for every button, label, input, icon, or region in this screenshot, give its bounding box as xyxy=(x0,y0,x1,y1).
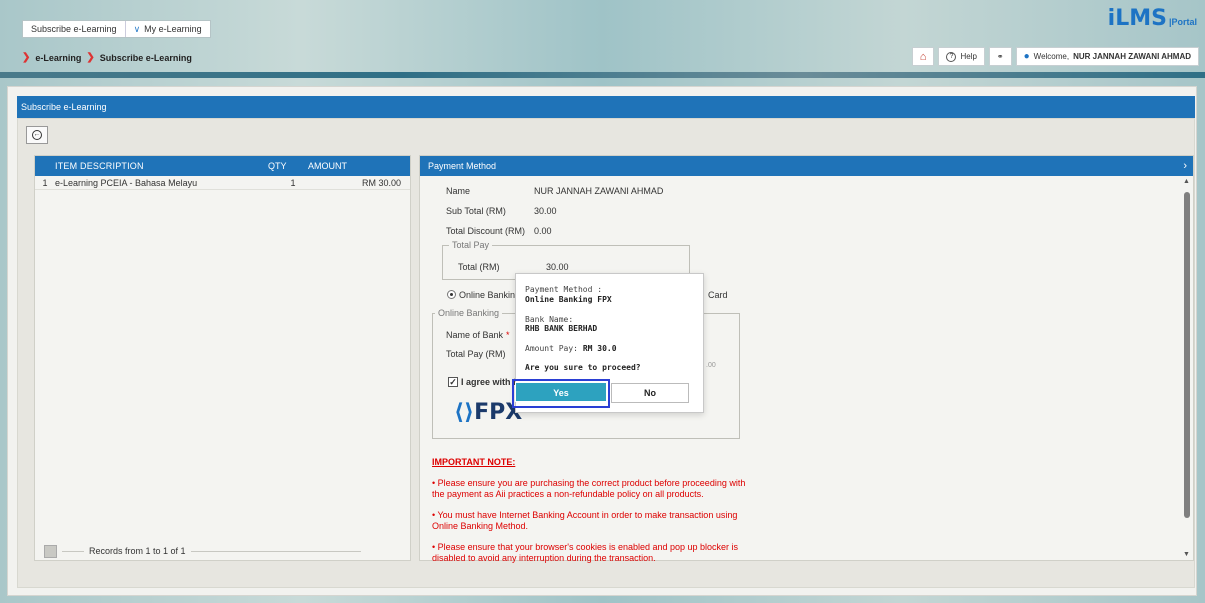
settings-button[interactable]: ⚭ xyxy=(988,47,1012,66)
required-marker: * xyxy=(506,330,510,340)
help-label: Help xyxy=(960,52,977,61)
no-button[interactable]: No xyxy=(611,383,689,403)
table-footer: Records from 1 to 1 of 1 xyxy=(34,541,411,561)
row-number: 1 xyxy=(42,177,48,188)
top-tabs: Subscribe e-Learning ∨ My e-Learning xyxy=(22,20,211,38)
payment-title: Payment Method xyxy=(428,161,497,171)
online-banking-legend: Online Banking xyxy=(435,308,503,318)
dialog-amount: Amount Pay: RM 30.0 xyxy=(525,344,617,353)
subtotal-row: Sub Total (RM) 30.00 xyxy=(446,206,557,216)
logo-subtext: |Portal xyxy=(1168,17,1197,27)
column-header-amount: AMOUNT xyxy=(308,161,347,171)
dialog-amount-value: RM 30.0 xyxy=(582,344,617,353)
help-button[interactable]: ? Help xyxy=(938,47,985,66)
scroll-thumb[interactable] xyxy=(1184,192,1190,518)
dialog-amount-label: Amount Pay: xyxy=(525,344,578,353)
yes-button[interactable]: Yes xyxy=(515,382,607,402)
tab-my-elearning[interactable]: ∨ My e-Learning xyxy=(124,21,210,37)
page-title: Subscribe e-Learning xyxy=(17,96,1195,118)
back-arrow-icon: ← xyxy=(32,130,42,140)
home-icon: ⌂ xyxy=(919,50,927,63)
subtotal-value: 30.00 xyxy=(534,206,557,216)
chevron-right-icon: ❯ xyxy=(86,52,95,63)
discount-label: Total Discount (RM) xyxy=(446,226,526,236)
payment-header: Payment Method › xyxy=(420,156,1193,176)
scroll-down-icon[interactable]: ▼ xyxy=(1183,551,1190,558)
row-description: e-Learning PCEIA - Bahasa Melayu xyxy=(55,177,198,188)
important-note-title: IMPORTANT NOTE: xyxy=(432,457,516,467)
breadcrumb-item-elearning[interactable]: e-Learning xyxy=(35,53,81,63)
user-name: NUR JANNAH ZAWANI AHMAD xyxy=(1073,52,1191,61)
note-item: • Please ensure you are purchasing the c… xyxy=(432,478,746,499)
name-row: Name NUR JANNAH ZAWANI AHMAD xyxy=(446,186,663,196)
scroll-up-icon[interactable]: ▲ xyxy=(1183,178,1190,185)
discount-value: 0.00 xyxy=(534,226,552,236)
card-option-label: Card xyxy=(708,290,728,300)
dialog-question: Are you sure to proceed? xyxy=(525,363,641,372)
user-menu[interactable]: ● Welcome, NUR JANNAH ZAWANI AHMAD xyxy=(1015,47,1199,66)
discount-row: Total Discount (RM) 0.00 xyxy=(446,226,552,236)
column-header-qty: QTY xyxy=(268,161,287,171)
help-icon: ? xyxy=(946,51,957,62)
total-pay-legend: Total Pay xyxy=(449,240,493,250)
back-button[interactable]: ← xyxy=(26,126,48,144)
total-row: Total (RM) 30.00 xyxy=(458,262,569,272)
total-value: 30.00 xyxy=(546,262,569,272)
ilms-logo: iLMS |Portal xyxy=(1108,8,1197,30)
footer-divider xyxy=(62,550,84,552)
home-button[interactable]: ⌂ xyxy=(911,47,935,66)
row-qty: 1 xyxy=(290,177,296,188)
total-pay-row: Total Pay (RM) xyxy=(446,349,506,359)
online-banking-option[interactable]: Online Banking xyxy=(447,290,520,300)
total-pay-label: Total Pay (RM) xyxy=(446,349,506,359)
note-item: • You must have Internet Banking Account… xyxy=(432,510,738,531)
link-icon: ⚭ xyxy=(996,52,1004,61)
online-banking-radio[interactable] xyxy=(447,290,456,299)
logo-text: iLMS xyxy=(1107,6,1167,31)
dialog-method-value: Online Banking FPX xyxy=(525,295,612,304)
tab-subscribe-elearning[interactable]: Subscribe e-Learning xyxy=(23,21,125,37)
fpx-diamond-icon: ⟨⟩ xyxy=(454,400,475,425)
name-value: NUR JANNAH ZAWANI AHMAD xyxy=(534,186,664,196)
breadcrumb-item-subscribe[interactable]: Subscribe e-Learning xyxy=(100,53,192,63)
total-pay-partial: .00 xyxy=(706,362,716,369)
column-header-description: ITEM DESCRIPTION xyxy=(55,161,144,171)
dialog-method-label: Payment Method : xyxy=(525,285,603,294)
items-panel: ITEM DESCRIPTION QTY AMOUNT 1 e-Learning… xyxy=(34,155,411,561)
bank-name-label: Name of Bank xyxy=(446,330,504,340)
user-icon: ● xyxy=(1023,51,1030,62)
subtotal-label: Sub Total (RM) xyxy=(446,206,506,216)
note-item: • Please ensure that your browser's cook… xyxy=(432,542,739,563)
scrollbar[interactable]: ▲ ▼ xyxy=(1183,178,1191,558)
chevron-right-icon: ❯ xyxy=(22,52,31,63)
breadcrumb: ❯ e-Learning ❯ Subscribe e-Learning xyxy=(22,52,192,63)
online-banking-label: Online Banking xyxy=(459,290,521,300)
top-toolbar: ⌂ ? Help ⚭ ● Welcome, NUR JANNAH ZAWANI … xyxy=(908,47,1199,66)
agree-checkbox[interactable]: ✓ xyxy=(448,377,458,387)
card-option[interactable]: Card xyxy=(708,290,728,300)
records-count: Records from 1 to 1 of 1 xyxy=(89,546,186,556)
table-row[interactable]: 1 e-Learning PCEIA - Bahasa Melayu 1 RM … xyxy=(35,176,410,190)
header-divider xyxy=(0,72,1205,78)
row-amount: RM 30.00 xyxy=(361,177,401,188)
top-header: Subscribe e-Learning ∨ My e-Learning ❯ e… xyxy=(0,0,1205,78)
pager-button[interactable] xyxy=(44,544,57,558)
footer-divider xyxy=(190,550,361,552)
dialog-bank-label: Bank Name: xyxy=(525,315,574,324)
dialog-bank-value: RHB BANK BERHAD xyxy=(525,324,598,333)
bank-name-row: Name of Bank * xyxy=(446,330,510,340)
welcome-prefix: Welcome, xyxy=(1033,52,1070,61)
chevron-right-icon[interactable]: › xyxy=(1183,156,1187,176)
total-label: Total (RM) xyxy=(458,262,500,272)
total-pay-value: .00 xyxy=(706,362,716,369)
tab-label: My e-Learning xyxy=(144,24,202,34)
tab-label: Subscribe e-Learning xyxy=(31,24,117,34)
name-label: Name xyxy=(446,186,471,196)
chevron-down-icon: ∨ xyxy=(133,24,141,34)
table-header: ITEM DESCRIPTION QTY AMOUNT xyxy=(35,156,410,176)
